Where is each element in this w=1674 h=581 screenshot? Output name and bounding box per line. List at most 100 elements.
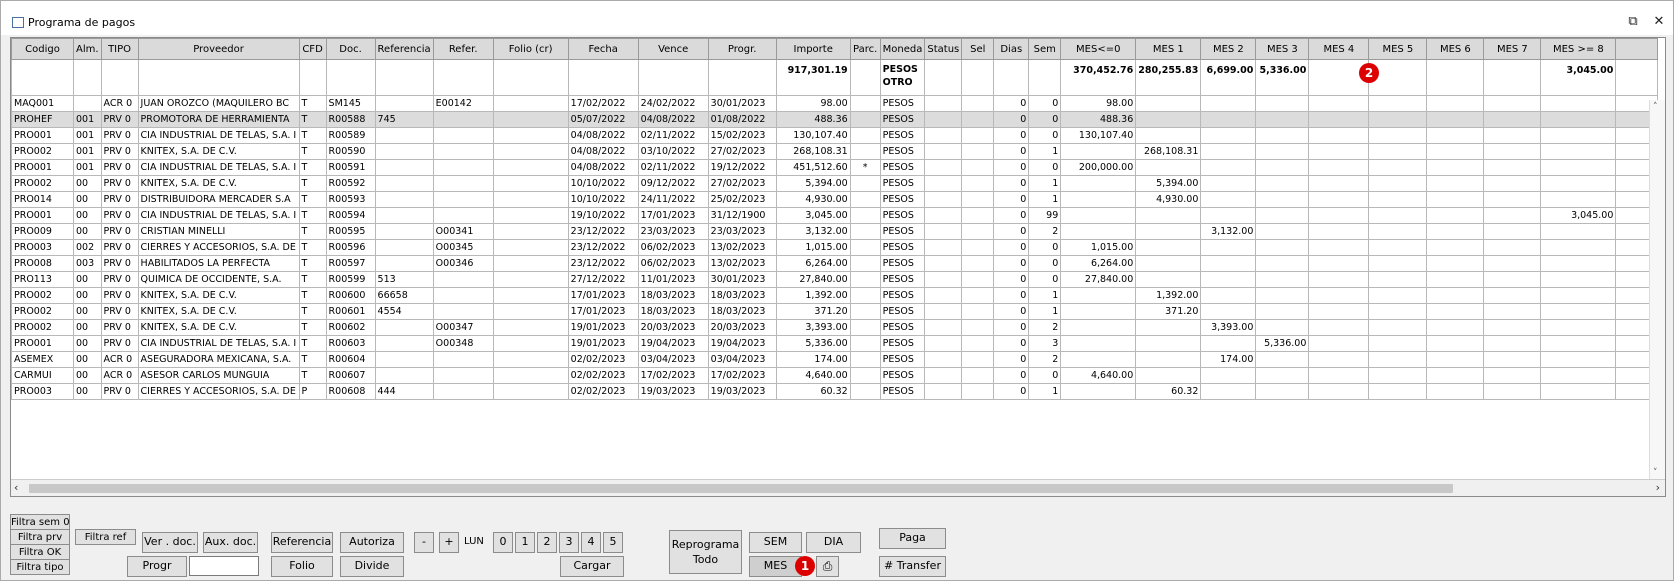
table-row[interactable]: PRO002 00 PRV 0 KNITEX, S.A. DE C.V. T R00602…: [11, 319, 1659, 336]
column-header[interactable]: Fecha: [567, 38, 639, 60]
paga-button[interactable]: Paga: [879, 528, 946, 549]
table-row[interactable]: CARMUI 00 ACR 0 ASESOR CARLOS MUNGUIA T R0060…: [11, 367, 1659, 384]
table-row[interactable]: PRO113 00 PRV 0 QUIMICA DE OCCIDENTE, S.A. T…: [11, 271, 1659, 288]
column-header[interactable]: Parc.: [849, 38, 881, 60]
column-header[interactable]: Referencia: [374, 38, 434, 60]
column-header[interactable]: Refer.: [432, 38, 494, 60]
table-cell: 27,840.00: [1060, 271, 1137, 288]
horizontal-scrollbar[interactable]: ‹ ›: [11, 479, 1665, 496]
column-header[interactable]: Moneda: [879, 38, 926, 60]
filtra-ref-button[interactable]: Filtra ref: [75, 529, 136, 545]
table-cell: [1426, 207, 1485, 224]
filtra-ok-button[interactable]: Filtra OK: [10, 544, 70, 560]
filtra-prv-button[interactable]: Filtra prv: [10, 529, 70, 545]
folio-button[interactable]: Folio: [271, 556, 333, 577]
column-header[interactable]: Status: [924, 38, 963, 60]
filtra-tipo-button[interactable]: Filtra tipo: [10, 559, 70, 575]
dia-button[interactable]: DIA: [806, 532, 861, 553]
divide-button[interactable]: Divide: [340, 556, 404, 577]
column-header[interactable]: Dias: [993, 38, 1030, 60]
annotation-badge-1: 1: [795, 556, 815, 576]
column-header[interactable]: Progr.: [707, 38, 777, 60]
column-header[interactable]: MES 6: [1426, 38, 1485, 60]
sem-button[interactable]: SEM: [749, 532, 802, 553]
table-row[interactable]: PRO009 00 PRV 0 CRISTIAN MINELLI T R00595 O003…: [11, 223, 1659, 240]
column-header[interactable]: [1615, 38, 1659, 60]
table-row[interactable]: PRO002 00 PRV 0 KNITEX, S.A. DE C.V. T R00600…: [11, 287, 1659, 304]
column-header[interactable]: MES 7: [1483, 38, 1542, 60]
ver-doc-button[interactable]: Ver . doc.: [142, 532, 198, 553]
column-header[interactable]: MES >= 8: [1540, 38, 1617, 60]
day-1-button[interactable]: 1: [515, 532, 535, 553]
column-header[interactable]: TIPO: [100, 38, 139, 60]
table-cell: JUAN OROZCO (MAQUILERO BC: [137, 95, 300, 112]
column-header[interactable]: Importe: [775, 38, 851, 60]
table-row[interactable]: PRO008 003 PRV 0 HABILITADOS LA PERFECTA T R0…: [11, 255, 1659, 272]
table-row[interactable]: PRO002 00 PRV 0 KNITEX, S.A. DE C.V. T R00592…: [11, 175, 1659, 192]
aux-doc-button[interactable]: Aux. doc.: [203, 532, 258, 553]
reprograma-todo-button[interactable]: Reprograma Todo: [669, 530, 742, 574]
table-row[interactable]: PRO001 00 PRV 0 CIA INDUSTRIAL DE TELAS, S.…: [11, 207, 1659, 224]
column-header[interactable]: Alm.: [73, 38, 102, 60]
table-row[interactable]: MAQ001 ACR 0 JUAN OROZCO (MAQUILERO BC T SM1…: [11, 95, 1659, 112]
scroll-left-icon[interactable]: ‹: [14, 481, 18, 494]
table-cell: [492, 191, 569, 208]
column-header[interactable]: MES 5: [1368, 38, 1428, 60]
day-4-button[interactable]: 4: [581, 532, 601, 553]
column-header[interactable]: MES 4: [1308, 38, 1370, 60]
header-row[interactable]: Codigo Alm. TIPO Proveedor CFD Doc. Referencia…: [11, 38, 1659, 60]
plus-button[interactable]: +: [439, 532, 459, 553]
scroll-up-icon[interactable]: ˄: [1653, 102, 1658, 112]
table-row[interactable]: PRO002 001 PRV 0 KNITEX, S.A. DE C.V. T R0059…: [11, 143, 1659, 160]
table-cell: PRV 0: [100, 143, 139, 160]
scroll-right-icon[interactable]: ›: [1656, 481, 1660, 494]
table-row[interactable]: PROHEF 001 PRV 0 PROMOTORA DE HERRAMIENTA T R…: [11, 111, 1659, 128]
filtra-sem-button[interactable]: Filtra sem 0: [10, 514, 70, 530]
table-row[interactable]: PRO001 001 PRV 0 CIA INDUSTRIAL DE TELAS, S…: [11, 127, 1659, 144]
table-row[interactable]: PRO002 00 PRV 0 KNITEX, S.A. DE C.V. T R00601…: [11, 303, 1659, 320]
scroll-down-icon[interactable]: ˅: [1653, 468, 1658, 478]
printer-icon[interactable]: ⎙: [816, 556, 839, 577]
autoriza-button[interactable]: Autoriza: [340, 532, 404, 553]
column-header[interactable]: MES<=0: [1060, 38, 1137, 60]
column-header[interactable]: Sel: [961, 38, 995, 60]
column-header[interactable]: Doc.: [325, 38, 376, 60]
table-row[interactable]: PRO001 001 PRV 0 CIA INDUSTRIAL DE TELAS, S…: [11, 159, 1659, 176]
restore-icon[interactable]: ⧉: [1623, 13, 1643, 31]
column-header[interactable]: CFD: [298, 38, 327, 60]
column-header[interactable]: Codigo: [11, 38, 74, 60]
column-header[interactable]: MES 3: [1255, 38, 1310, 60]
progr-button[interactable]: Progr: [127, 556, 187, 577]
totals-row[interactable]: 917,301.19 PESOS OTRO 370,452.76 280,255.83…: [11, 59, 1659, 96]
table-row[interactable]: PRO003 00 PRV 0 CIERRES Y ACCESORIOS, S.A. …: [11, 383, 1659, 400]
progr-input[interactable]: [189, 556, 259, 576]
payments-grid[interactable]: Codigo Alm. TIPO Proveedor CFD Doc. Referencia…: [10, 37, 1666, 497]
table-cell: [1368, 207, 1428, 224]
transfer-button[interactable]: # Transfer: [879, 556, 946, 577]
table-row[interactable]: PRO014 00 PRV 0 DISTRIBUIDORA MERCADER S.A T…: [11, 191, 1659, 208]
table-row[interactable]: PRO003 002 PRV 0 CIERRES Y ACCESORIOS, S.A.…: [11, 239, 1659, 256]
minus-button[interactable]: -: [414, 532, 434, 553]
vertical-scrollbar[interactable]: ˄ ˅: [1649, 100, 1665, 480]
day-3-button[interactable]: 3: [559, 532, 579, 553]
table-cell: 17/01/2023: [637, 207, 709, 224]
table-cell: [1540, 255, 1617, 272]
column-header[interactable]: Sem: [1028, 38, 1062, 60]
day-0-button[interactable]: 0: [493, 532, 513, 553]
horizontal-scroll-thumb[interactable]: [29, 484, 1453, 493]
column-header[interactable]: Folio (cr): [492, 38, 569, 60]
table-cell: PRO113: [11, 271, 74, 288]
column-header[interactable]: MES 1: [1135, 38, 1202, 60]
table-cell: [1255, 191, 1310, 208]
cargar-button[interactable]: Cargar: [560, 556, 624, 577]
column-header[interactable]: Vence: [637, 38, 709, 60]
close-icon[interactable]: ✕: [1649, 13, 1669, 31]
table-row[interactable]: ASEMEX 00 ACR 0 ASEGURADORA MEXICANA, S.A. T…: [11, 351, 1659, 368]
column-header[interactable]: MES 2: [1200, 38, 1257, 60]
table-row[interactable]: PRO001 00 PRV 0 CIA INDUSTRIAL DE TELAS, S.…: [11, 335, 1659, 352]
day-2-button[interactable]: 2: [537, 532, 557, 553]
day-5-button[interactable]: 5: [603, 532, 623, 553]
referencia-button[interactable]: Referencia: [271, 532, 333, 553]
table-cell: 02/02/2023: [567, 383, 639, 400]
column-header[interactable]: Proveedor: [137, 38, 300, 60]
